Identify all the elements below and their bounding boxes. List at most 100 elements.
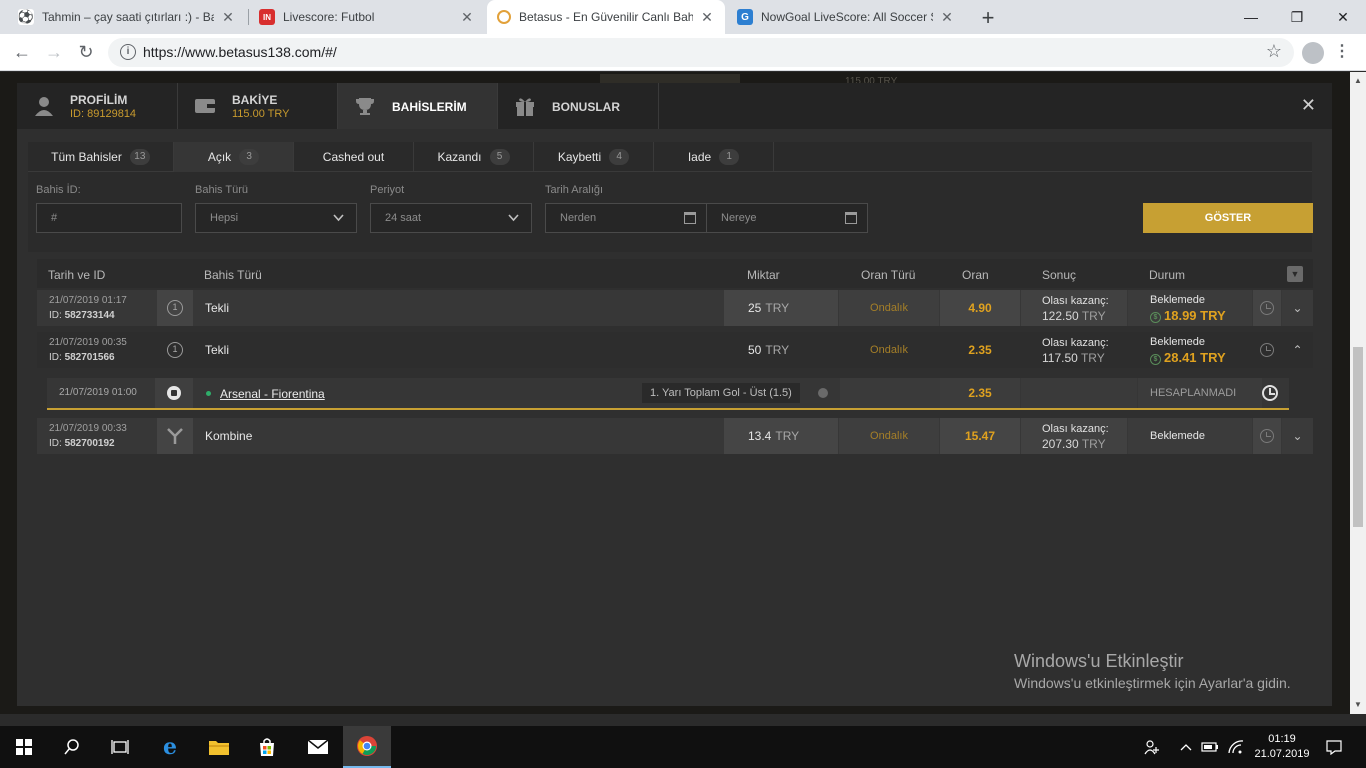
status-text: Beklemede bbox=[1150, 430, 1206, 442]
store-icon[interactable] bbox=[243, 726, 291, 768]
filter-tab-label: Kaybetti bbox=[557, 150, 602, 164]
start-button[interactable] bbox=[0, 726, 48, 768]
reload-button[interactable]: ↻ bbox=[74, 40, 98, 64]
back-button[interactable]: ← bbox=[10, 40, 34, 64]
filter-tab-refund[interactable]: Iade 1 bbox=[654, 142, 774, 172]
expand-row-icon[interactable]: ⌄ bbox=[1282, 290, 1313, 326]
amount-value: 25 bbox=[748, 301, 762, 315]
site-info-icon[interactable]: i bbox=[120, 44, 136, 60]
info-icon[interactable] bbox=[807, 378, 839, 408]
tab-label: BAKİYE bbox=[232, 93, 278, 107]
system-clock[interactable]: 01:19 21.07.2019 bbox=[1252, 732, 1312, 762]
close-window-button[interactable]: ✕ bbox=[1320, 0, 1366, 34]
bookmark-star-icon[interactable]: ☆ bbox=[1266, 41, 1282, 62]
tab-label: PROFİLİM bbox=[70, 93, 128, 107]
filter-tab-label: Açık bbox=[207, 150, 232, 164]
period-select[interactable]: 24 saat bbox=[370, 203, 532, 233]
scroll-up-icon[interactable]: ▲ bbox=[1354, 76, 1362, 85]
clock-date: 21.07.2019 bbox=[1254, 748, 1310, 760]
close-tab-icon[interactable]: ✕ bbox=[939, 9, 955, 26]
wifi-icon[interactable] bbox=[1226, 726, 1246, 768]
edge-browser-icon[interactable]: e bbox=[146, 726, 194, 768]
bet-type-select[interactable]: Hepsi bbox=[195, 203, 357, 233]
gift-icon bbox=[516, 98, 534, 116]
search-icon[interactable] bbox=[48, 726, 96, 768]
url-text[interactable]: https://www.betasus138.com/#/ bbox=[143, 44, 337, 60]
chevron-down-icon bbox=[508, 214, 519, 222]
close-tab-icon[interactable]: ✕ bbox=[459, 9, 475, 26]
page-scrollbar[interactable]: ▲ ▼ bbox=[1350, 72, 1366, 714]
cashout-button[interactable]: $28.41 TRY bbox=[1150, 350, 1226, 365]
coin-icon: $ bbox=[1150, 312, 1161, 323]
maximize-button[interactable]: ❐ bbox=[1274, 0, 1320, 34]
filter-tab-lost[interactable]: Kaybetti 4 bbox=[534, 142, 654, 172]
close-tab-icon[interactable]: ✕ bbox=[699, 9, 715, 26]
minimize-button[interactable]: — bbox=[1228, 0, 1274, 34]
combo-bet-icon bbox=[157, 418, 193, 454]
browser-tab-4[interactable]: G NowGoal LiveScore: All Soccer Sc ✕ bbox=[727, 0, 965, 34]
tab-profile[interactable]: PROFİLİM ID: 89129814 bbox=[17, 83, 178, 129]
scrollbar-thumb[interactable] bbox=[1353, 347, 1363, 527]
mail-icon[interactable] bbox=[294, 726, 342, 768]
filter-tab-count: 3 bbox=[239, 149, 260, 165]
clock-icon bbox=[1253, 290, 1281, 326]
tab-my-bets[interactable]: BAHİSLERİM bbox=[338, 83, 498, 129]
forward-button[interactable]: → bbox=[42, 40, 66, 64]
browser-menu-icon[interactable]: ⋮ bbox=[1334, 42, 1350, 62]
collapse-all-icon[interactable]: ▼ bbox=[1287, 266, 1303, 282]
status-filter-tabs: Tüm Bahisler 13 Açık 3 Cashed out Kazandı 5… bbox=[28, 142, 1312, 172]
selection-status: HESAPLANMADI bbox=[1138, 378, 1262, 408]
new-tab-button[interactable]: + bbox=[976, 5, 1000, 31]
close-tab-icon[interactable]: ✕ bbox=[220, 9, 236, 26]
clock-icon bbox=[1253, 332, 1281, 368]
odds-type: Ondalık bbox=[839, 332, 939, 368]
balance-amount: 115.00 TRY bbox=[232, 108, 290, 120]
browser-tab-1[interactable]: ⚽ Tahmin – çay saati çıtırları :) - Bah … bbox=[8, 0, 246, 34]
tab-bonuses[interactable]: BONUSLAR bbox=[498, 83, 659, 129]
browser-tab-3-active[interactable]: Betasus - En Güvenilir Canlı Bahis ✕ bbox=[487, 0, 725, 34]
scroll-down-icon[interactable]: ▼ bbox=[1354, 700, 1362, 709]
payout-label: Olası kazanç: bbox=[1042, 423, 1109, 435]
browser-toolbar: ← → ↻ i https://www.betasus138.com/#/ ☆ … bbox=[0, 34, 1366, 71]
address-bar[interactable]: i https://www.betasus138.com/#/ ☆ bbox=[108, 38, 1294, 67]
date-to-input[interactable]: Nereye bbox=[706, 203, 868, 233]
payout-value: 117.50 bbox=[1042, 351, 1078, 365]
people-icon[interactable] bbox=[1140, 726, 1164, 768]
clock-icon bbox=[1253, 418, 1281, 454]
file-explorer-icon[interactable] bbox=[195, 726, 243, 768]
filter-tab-label: Cashed out bbox=[322, 150, 385, 164]
chrome-taskbar-icon[interactable] bbox=[343, 726, 391, 768]
combo-bet-glyph bbox=[167, 428, 183, 444]
expand-row-icon[interactable]: ⌄ bbox=[1282, 418, 1313, 454]
nowgoal-icon: G bbox=[737, 9, 753, 25]
date-from-input[interactable]: Nerden bbox=[545, 203, 707, 233]
notification-center-icon[interactable] bbox=[1322, 726, 1346, 768]
tab-balance[interactable]: BAKİYE 115.00 TRY bbox=[178, 83, 338, 129]
filter-tab-count: 5 bbox=[489, 149, 510, 165]
payout-label: Olası kazanç: bbox=[1042, 337, 1109, 349]
profile-avatar-icon[interactable] bbox=[1302, 42, 1324, 64]
table-row[interactable]: 21/07/2019 00:35 ID: 582701566 1 Tekli 5… bbox=[37, 332, 1313, 368]
match-link[interactable]: Arsenal - Fiorentina bbox=[220, 387, 325, 401]
bet-type-label: Bahis Türü bbox=[195, 184, 248, 196]
calendar-icon bbox=[684, 212, 696, 224]
browser-tab-2[interactable]: IN Livescore: Futbol ✕ bbox=[249, 0, 485, 34]
task-view-icon[interactable] bbox=[96, 726, 144, 768]
filter-tab-all[interactable]: Tüm Bahisler 13 bbox=[28, 142, 174, 172]
payout-value: 122.50 bbox=[1042, 309, 1079, 323]
collapse-row-icon[interactable]: ⌃ bbox=[1282, 332, 1313, 368]
cashout-button[interactable]: $18.99 TRY bbox=[1150, 308, 1226, 323]
bet-id-input[interactable]: # bbox=[36, 203, 182, 233]
battery-icon[interactable] bbox=[1200, 726, 1220, 768]
filter-tab-open[interactable]: Açık 3 bbox=[174, 142, 294, 172]
user-icon bbox=[35, 97, 53, 116]
filter-tab-cashed-out[interactable]: Cashed out bbox=[294, 142, 414, 172]
header-date-id: Tarih ve ID bbox=[48, 268, 106, 282]
calendar-icon bbox=[845, 212, 857, 224]
chevron-up-icon[interactable] bbox=[1176, 726, 1196, 768]
table-row[interactable]: 21/07/2019 00:33 ID: 582700192 Kombine 1… bbox=[37, 418, 1313, 454]
close-modal-icon[interactable]: ✕ bbox=[1301, 95, 1316, 116]
filter-tab-won[interactable]: Kazandı 5 bbox=[414, 142, 534, 172]
table-row[interactable]: 21/07/2019 01:17 ID: 582733144 1 Tekli 2… bbox=[37, 290, 1313, 326]
show-button[interactable]: GÖSTER bbox=[1143, 203, 1313, 233]
